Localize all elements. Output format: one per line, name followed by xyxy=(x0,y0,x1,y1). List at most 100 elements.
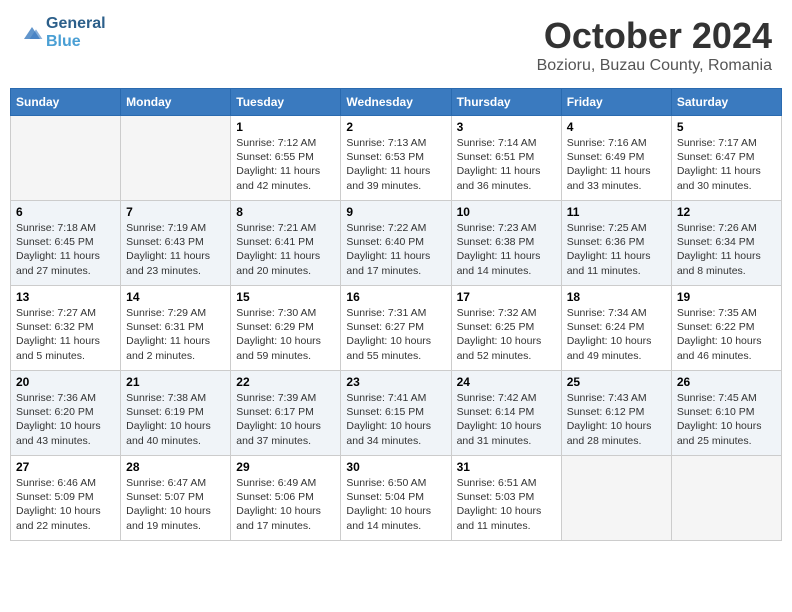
day-number: 11 xyxy=(567,205,666,219)
calendar-cell xyxy=(121,116,231,201)
calendar-cell: 1Sunrise: 7:12 AMSunset: 6:55 PMDaylight… xyxy=(231,116,341,201)
calendar-cell: 2 Sunrise: 7:13 AMSunset: 6:53 PMDaylight… xyxy=(341,116,451,201)
calendar-cell: 8Sunrise: 7:21 AMSunset: 6:41 PMDaylight… xyxy=(231,201,341,286)
cell-content: Sunrise: 7:12 AMSunset: 6:55 PMDaylight:… xyxy=(236,136,335,193)
day-number: 8 xyxy=(236,205,335,219)
calendar-cell: 23 Sunrise: 7:41 AMSunset: 6:15 PMDayligh… xyxy=(341,371,451,456)
cell-content: Sunrise: 7:34 AMSunset: 6:24 PMDaylight:… xyxy=(567,306,666,363)
day-number: 30 xyxy=(346,460,445,474)
calendar-week-row: 20 Sunrise: 7:36 AMSunset: 6:20 PMDayligh… xyxy=(11,371,782,456)
cell-content: Sunrise: 6:49 AMSunset: 5:06 PMDaylight:… xyxy=(236,476,335,533)
day-number: 7 xyxy=(126,205,225,219)
calendar-cell: 10 Sunrise: 7:23 AMSunset: 6:38 PMDayligh… xyxy=(451,201,561,286)
calendar-cell: 6Sunrise: 7:18 AMSunset: 6:45 PMDaylight… xyxy=(11,201,121,286)
cell-content: Sunrise: 7:14 AMSunset: 6:51 PMDaylight:… xyxy=(457,136,556,193)
cell-content: Sunrise: 7:29 AMSunset: 6:31 PMDaylight:… xyxy=(126,306,225,363)
calendar-cell: 27 Sunrise: 6:46 AMSunset: 5:09 PMDayligh… xyxy=(11,456,121,541)
calendar-cell: 12 Sunrise: 7:26 AMSunset: 6:34 PMDayligh… xyxy=(671,201,781,286)
day-number: 12 xyxy=(677,205,776,219)
cell-content: Sunrise: 7:27 AMSunset: 6:32 PMDaylight:… xyxy=(16,306,115,363)
cell-content: Sunrise: 7:32 AMSunset: 6:25 PMDaylight:… xyxy=(457,306,556,363)
day-number: 15 xyxy=(236,290,335,304)
calendar-cell: 26 Sunrise: 7:45 AMSunset: 6:10 PMDayligh… xyxy=(671,371,781,456)
day-number: 23 xyxy=(346,375,445,389)
cell-content: Sunrise: 7:31 AMSunset: 6:27 PMDaylight:… xyxy=(346,306,445,363)
calendar-cell: 16Sunrise: 7:31 AMSunset: 6:27 PMDayligh… xyxy=(341,286,451,371)
day-number: 9 xyxy=(346,205,445,219)
cell-content: Sunrise: 6:47 AMSunset: 5:07 PMDaylight:… xyxy=(126,476,225,533)
calendar-cell: 5 Sunrise: 7:17 AMSunset: 6:47 PMDaylight… xyxy=(671,116,781,201)
page-header: General Blue October 2024 Bozioru, Buzau… xyxy=(10,10,782,80)
calendar-cell: 11 Sunrise: 7:25 AMSunset: 6:36 PMDayligh… xyxy=(561,201,671,286)
day-number: 27 xyxy=(16,460,115,474)
day-number: 26 xyxy=(677,375,776,389)
day-number: 28 xyxy=(126,460,225,474)
day-number: 29 xyxy=(236,460,335,474)
cell-content: Sunrise: 7:39 AMSunset: 6:17 PMDaylight:… xyxy=(236,391,335,448)
day-number: 2 xyxy=(346,120,445,134)
calendar-cell: 7 Sunrise: 7:19 AMSunset: 6:43 PMDaylight… xyxy=(121,201,231,286)
cell-content: Sunrise: 7:45 AMSunset: 6:10 PMDaylight:… xyxy=(677,391,776,448)
day-number: 25 xyxy=(567,375,666,389)
calendar-cell: 29 Sunrise: 6:49 AMSunset: 5:06 PMDayligh… xyxy=(231,456,341,541)
calendar-cell xyxy=(11,116,121,201)
cell-content: Sunrise: 6:51 AMSunset: 5:03 PMDaylight:… xyxy=(457,476,556,533)
calendar-cell: 9 Sunrise: 7:22 AMSunset: 6:40 PMDaylight… xyxy=(341,201,451,286)
cell-content: Sunrise: 7:35 AMSunset: 6:22 PMDaylight:… xyxy=(677,306,776,363)
day-number: 20 xyxy=(16,375,115,389)
logo-icon xyxy=(20,23,44,43)
cell-content: Sunrise: 7:26 AMSunset: 6:34 PMDaylight:… xyxy=(677,221,776,278)
day-number: 18 xyxy=(567,290,666,304)
cell-content: Sunrise: 7:16 AMSunset: 6:49 PMDaylight:… xyxy=(567,136,666,193)
weekday-header-row: SundayMondayTuesdayWednesdayThursdayFrid… xyxy=(11,89,782,116)
calendar-week-row: 13Sunrise: 7:27 AMSunset: 6:32 PMDayligh… xyxy=(11,286,782,371)
calendar-cell xyxy=(561,456,671,541)
calendar-cell: 25 Sunrise: 7:43 AMSunset: 6:12 PMDayligh… xyxy=(561,371,671,456)
cell-content: Sunrise: 7:25 AMSunset: 6:36 PMDaylight:… xyxy=(567,221,666,278)
calendar-cell: 28 Sunrise: 6:47 AMSunset: 5:07 PMDayligh… xyxy=(121,456,231,541)
day-number: 4 xyxy=(567,120,666,134)
calendar-cell: 21 Sunrise: 7:38 AMSunset: 6:19 PMDayligh… xyxy=(121,371,231,456)
month-title: October 2024 xyxy=(537,15,772,57)
cell-content: Sunrise: 7:22 AMSunset: 6:40 PMDaylight:… xyxy=(346,221,445,278)
day-number: 31 xyxy=(457,460,556,474)
cell-content: Sunrise: 7:13 AMSunset: 6:53 PMDaylight:… xyxy=(346,136,445,193)
cell-content: Sunrise: 7:38 AMSunset: 6:19 PMDaylight:… xyxy=(126,391,225,448)
day-number: 14 xyxy=(126,290,225,304)
location-subtitle: Bozioru, Buzau County, Romania xyxy=(537,57,772,75)
calendar-cell: 15 Sunrise: 7:30 AMSunset: 6:29 PMDayligh… xyxy=(231,286,341,371)
title-section: October 2024 Bozioru, Buzau County, Roma… xyxy=(537,15,772,75)
day-number: 5 xyxy=(677,120,776,134)
weekday-header: Wednesday xyxy=(341,89,451,116)
calendar-table: SundayMondayTuesdayWednesdayThursdayFrid… xyxy=(10,88,782,541)
cell-content: Sunrise: 7:18 AMSunset: 6:45 PMDaylight:… xyxy=(16,221,115,278)
calendar-cell: 3 Sunrise: 7:14 AMSunset: 6:51 PMDaylight… xyxy=(451,116,561,201)
cell-content: Sunrise: 7:41 AMSunset: 6:15 PMDaylight:… xyxy=(346,391,445,448)
day-number: 21 xyxy=(126,375,225,389)
weekday-header: Monday xyxy=(121,89,231,116)
calendar-cell: 20 Sunrise: 7:36 AMSunset: 6:20 PMDayligh… xyxy=(11,371,121,456)
weekday-header: Thursday xyxy=(451,89,561,116)
calendar-cell: 31 Sunrise: 6:51 AMSunset: 5:03 PMDayligh… xyxy=(451,456,561,541)
calendar-cell: 4 Sunrise: 7:16 AMSunset: 6:49 PMDaylight… xyxy=(561,116,671,201)
cell-content: Sunrise: 7:23 AMSunset: 6:38 PMDaylight:… xyxy=(457,221,556,278)
logo-line1: General xyxy=(46,15,106,33)
logo: General Blue xyxy=(20,15,106,51)
cell-content: Sunrise: 6:50 AMSunset: 5:04 PMDaylight:… xyxy=(346,476,445,533)
calendar-cell: 18 Sunrise: 7:34 AMSunset: 6:24 PMDayligh… xyxy=(561,286,671,371)
logo-line2: Blue xyxy=(46,33,106,51)
day-number: 3 xyxy=(457,120,556,134)
cell-content: Sunrise: 7:30 AMSunset: 6:29 PMDaylight:… xyxy=(236,306,335,363)
cell-content: Sunrise: 7:19 AMSunset: 6:43 PMDaylight:… xyxy=(126,221,225,278)
calendar-cell xyxy=(671,456,781,541)
cell-content: Sunrise: 7:36 AMSunset: 6:20 PMDaylight:… xyxy=(16,391,115,448)
day-number: 24 xyxy=(457,375,556,389)
calendar-cell: 14 Sunrise: 7:29 AMSunset: 6:31 PMDayligh… xyxy=(121,286,231,371)
weekday-header: Sunday xyxy=(11,89,121,116)
calendar-cell: 24Sunrise: 7:42 AMSunset: 6:14 PMDayligh… xyxy=(451,371,561,456)
calendar-cell: 30 Sunrise: 6:50 AMSunset: 5:04 PMDayligh… xyxy=(341,456,451,541)
day-number: 10 xyxy=(457,205,556,219)
cell-content: Sunrise: 6:46 AMSunset: 5:09 PMDaylight:… xyxy=(16,476,115,533)
cell-content: Sunrise: 7:43 AMSunset: 6:12 PMDaylight:… xyxy=(567,391,666,448)
cell-content: Sunrise: 7:17 AMSunset: 6:47 PMDaylight:… xyxy=(677,136,776,193)
